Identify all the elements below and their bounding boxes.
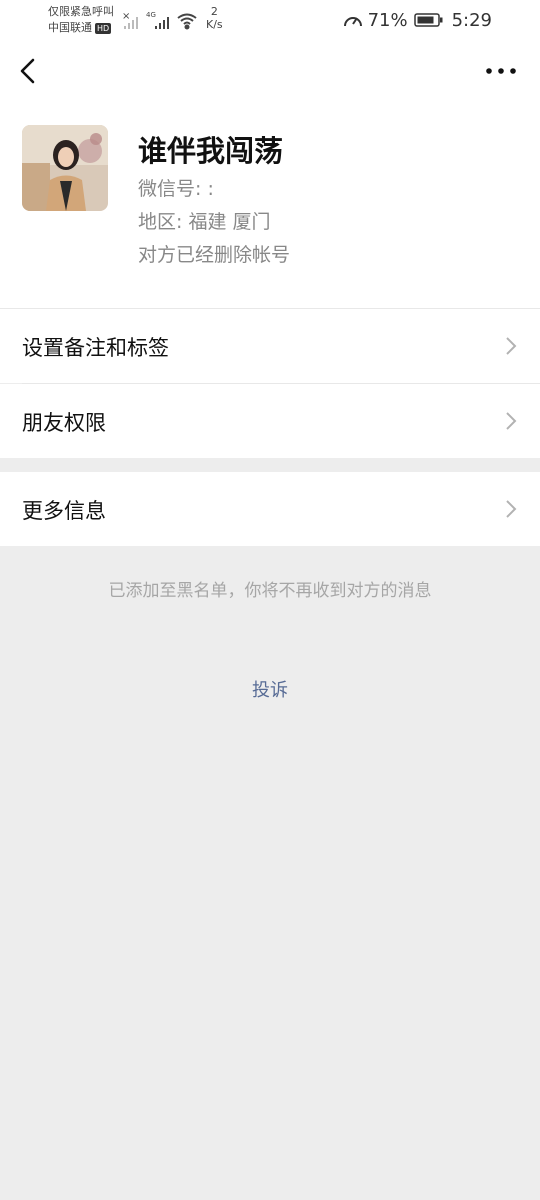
account-status: 对方已经删除帐号 [138, 244, 291, 266]
friend-permissions-label: 朋友权限 [22, 411, 106, 435]
signal-wifi-icons: × 4G [122, 11, 197, 30]
profile-name: 谁伴我闯荡 [138, 134, 284, 168]
speed-value: 2 [210, 5, 218, 18]
carrier-line1: 仅限紧急呼叫 [48, 5, 114, 18]
network-type: 4G [146, 11, 156, 19]
friend-permissions-row[interactable]: 朋友权限 [0, 384, 540, 458]
clock-time: 5:29 [451, 9, 492, 31]
chevron-right-icon [506, 337, 517, 355]
remarks-tags-row[interactable]: 设置备注和标签 [0, 309, 540, 383]
more-options-button[interactable] [484, 58, 518, 84]
profile-card: 谁伴我闯荡 微信号: : 地区: 福建 厦门 对方已经删除帐号 [0, 104, 540, 308]
top-bar [0, 40, 540, 104]
network-speed: 2 K/s [206, 5, 223, 31]
chevron-right-icon [506, 412, 517, 430]
battery-icon [413, 13, 443, 27]
wifi-icon [177, 13, 197, 30]
carrier-line2: 中国联通 [48, 21, 92, 34]
remarks-tags-label: 设置备注和标签 [22, 336, 169, 360]
battery-percent: 71% [367, 9, 408, 31]
blacklist-notice: 已添加至黑名单，你将不再收到对方的消息 [108, 581, 432, 601]
more-info-label: 更多信息 [22, 499, 106, 523]
more-info-row[interactable]: 更多信息 [0, 472, 540, 546]
no-signal-x-icon: × [122, 11, 130, 22]
carrier-info: 仅限紧急呼叫 中国联通 HD [48, 4, 114, 36]
chevron-right-icon [506, 500, 517, 518]
region: 地区: 福建 厦门 [138, 211, 271, 233]
speedometer-icon [343, 17, 362, 27]
avatar[interactable] [22, 125, 108, 211]
status-bar: 仅限紧急呼叫 中国联通 HD × 4G 2 K/s 71% 5:29 [0, 0, 540, 40]
back-button[interactable] [14, 56, 44, 86]
speed-unit: K/s [206, 18, 223, 31]
hd-badge: HD [95, 22, 112, 34]
more-dots-icon [486, 68, 516, 74]
complain-link[interactable]: 投诉 [0, 676, 540, 702]
chevron-left-icon [20, 58, 35, 84]
wechat-id: 微信号: : [138, 178, 214, 200]
